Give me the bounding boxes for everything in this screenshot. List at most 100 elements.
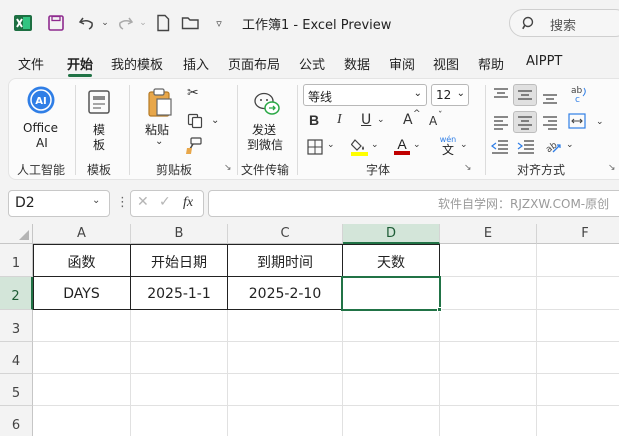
tab-home[interactable]: 开始	[67, 54, 93, 73]
font-color-icon[interactable]: A	[393, 135, 411, 161]
align-top-icon[interactable]	[493, 87, 509, 107]
align-left-icon[interactable]	[493, 114, 509, 134]
save-icon[interactable]	[45, 12, 67, 34]
search-box[interactable]: 搜索	[509, 9, 619, 37]
column-header-f[interactable]: F	[537, 224, 619, 244]
underline-dropdown-icon[interactable]: ⌄	[377, 115, 385, 125]
redo-dropdown-icon[interactable]: ⌄	[132, 12, 154, 34]
cell-c1[interactable]: 到期时间	[228, 252, 342, 272]
cell-c2[interactable]: 2025-2-10	[228, 286, 342, 302]
excel-logo-icon	[12, 12, 34, 34]
template-icon[interactable]	[87, 89, 111, 119]
select-all-corner[interactable]	[0, 224, 33, 244]
column-header-e[interactable]: E	[440, 224, 537, 244]
align-middle-icon	[518, 90, 532, 100]
column-header-b[interactable]: B	[131, 224, 228, 244]
font-launcher-icon[interactable]: ↘	[464, 163, 472, 173]
tab-view[interactable]: 视图	[433, 54, 459, 73]
group-label-clipboard: 剪贴板	[156, 163, 193, 177]
wrap-text-icon[interactable]: ab c	[570, 84, 588, 108]
shrink-font-button[interactable]: A	[429, 114, 437, 128]
row-header-3[interactable]: 3	[0, 310, 33, 342]
tab-my-templates[interactable]: 我的模板	[111, 54, 163, 73]
group-label-alignment: 对齐方式	[517, 163, 566, 177]
cell-a1[interactable]: 函数	[33, 252, 130, 272]
cell-a2[interactable]: DAYS	[33, 286, 130, 302]
cell-d1[interactable]: 天数	[343, 252, 439, 272]
phonetic-guide-button[interactable]: wén 文	[436, 135, 460, 156]
tab-insert[interactable]: 插入	[183, 54, 209, 73]
alignment-launcher-icon[interactable]: ↘	[608, 163, 616, 173]
paste-icon[interactable]	[146, 87, 174, 123]
gridline	[33, 373, 619, 374]
tab-aippt[interactable]: AIPPT	[526, 54, 562, 69]
row-header-6[interactable]: 6	[0, 406, 33, 436]
text-orientation-icon[interactable]: ab	[543, 136, 563, 160]
office-ai-label-1: Office	[23, 121, 59, 135]
gridline	[536, 244, 537, 436]
cancel-icon[interactable]: ✕	[137, 194, 149, 210]
tab-formulas[interactable]: 公式	[299, 54, 325, 73]
merge-center-icon[interactable]	[568, 113, 586, 133]
decrease-indent-icon[interactable]	[491, 139, 509, 159]
ribbon-separator	[485, 85, 486, 175]
tab-review[interactable]: 审阅	[389, 54, 415, 73]
open-folder-icon[interactable]	[180, 12, 202, 34]
tab-data[interactable]: 数据	[344, 54, 370, 73]
align-right-icon[interactable]	[542, 114, 558, 134]
tab-help[interactable]: 帮助	[478, 54, 504, 73]
borders-icon[interactable]	[307, 139, 323, 159]
align-bottom-icon[interactable]	[542, 89, 558, 109]
confirm-icon[interactable]: ✓	[159, 194, 171, 210]
fill-color-dropdown-icon[interactable]: ⌄	[371, 140, 379, 150]
fill-handle[interactable]	[437, 307, 442, 312]
row-header-1[interactable]: 1	[0, 244, 33, 277]
column-header-c[interactable]: C	[228, 224, 343, 244]
cell-b1[interactable]: 开始日期	[131, 252, 227, 272]
italic-button[interactable]: I	[337, 112, 342, 128]
chevron-down-icon[interactable]: ⌄	[92, 195, 100, 206]
office-ai-icon[interactable]: AI	[26, 85, 56, 115]
copy-dropdown-icon[interactable]: ⌄	[211, 115, 219, 126]
more-options-icon[interactable]: ⋮	[116, 195, 129, 210]
wechat-transfer-icon[interactable]	[253, 91, 281, 121]
merge-dropdown-icon[interactable]: ⌄	[596, 117, 604, 127]
bold-button[interactable]: B	[309, 112, 319, 128]
align-center-button[interactable]	[513, 111, 537, 133]
paste-dropdown-icon[interactable]: ⌄	[155, 136, 163, 147]
active-cell-outline[interactable]	[341, 276, 441, 311]
font-name-select[interactable]: 等线 ⌄	[303, 84, 427, 106]
row-header-5[interactable]: 5	[0, 374, 33, 406]
group-label-ai: 人工智能	[17, 163, 66, 177]
column-header-a[interactable]: A	[33, 224, 131, 244]
new-file-icon[interactable]	[152, 12, 174, 34]
align-middle-button[interactable]	[513, 84, 537, 106]
format-painter-icon[interactable]	[185, 137, 203, 159]
cut-icon[interactable]: ✂	[187, 85, 199, 101]
ribbon-separator	[237, 85, 238, 175]
insert-function-icon[interactable]: fx	[183, 195, 193, 211]
tab-page-layout[interactable]: 页面布局	[228, 54, 280, 73]
spreadsheet-grid[interactable]: A B C D E F 1 2 3 4 5 6 函数 开始日期 到期时间 天数	[0, 224, 619, 436]
title-bar: ⌄ ⌄ ▿ 工作簿1 - Excel Preview 搜索	[0, 0, 619, 46]
tab-file[interactable]: 文件	[18, 54, 44, 73]
clipboard-launcher-icon[interactable]: ↘	[224, 163, 232, 173]
row-header-4[interactable]: 4	[0, 342, 33, 374]
fill-color-icon[interactable]	[350, 137, 369, 161]
column-header-d[interactable]: D	[343, 224, 440, 244]
gridline	[33, 341, 619, 342]
row-header-2[interactable]: 2	[0, 277, 33, 310]
copy-icon[interactable]	[187, 113, 203, 133]
font-size-select[interactable]: 12 ⌄	[431, 84, 469, 106]
borders-dropdown-icon[interactable]: ⌄	[327, 140, 335, 150]
undo-dropdown-icon[interactable]: ⌄	[94, 12, 116, 34]
grow-font-button[interactable]: A	[403, 112, 413, 128]
underline-button[interactable]: U	[361, 112, 371, 128]
orientation-dropdown-icon[interactable]: ⌄	[566, 140, 574, 150]
cell-b2[interactable]: 2025-1-1	[131, 286, 227, 302]
font-color-dropdown-icon[interactable]: ⌄	[413, 140, 421, 150]
phonetic-dropdown-icon[interactable]: ⌄	[460, 140, 468, 150]
customize-toolbar-icon[interactable]: ▿	[208, 12, 230, 34]
increase-indent-icon[interactable]	[517, 139, 535, 159]
wen-glyph-icon: 文	[441, 143, 454, 157]
